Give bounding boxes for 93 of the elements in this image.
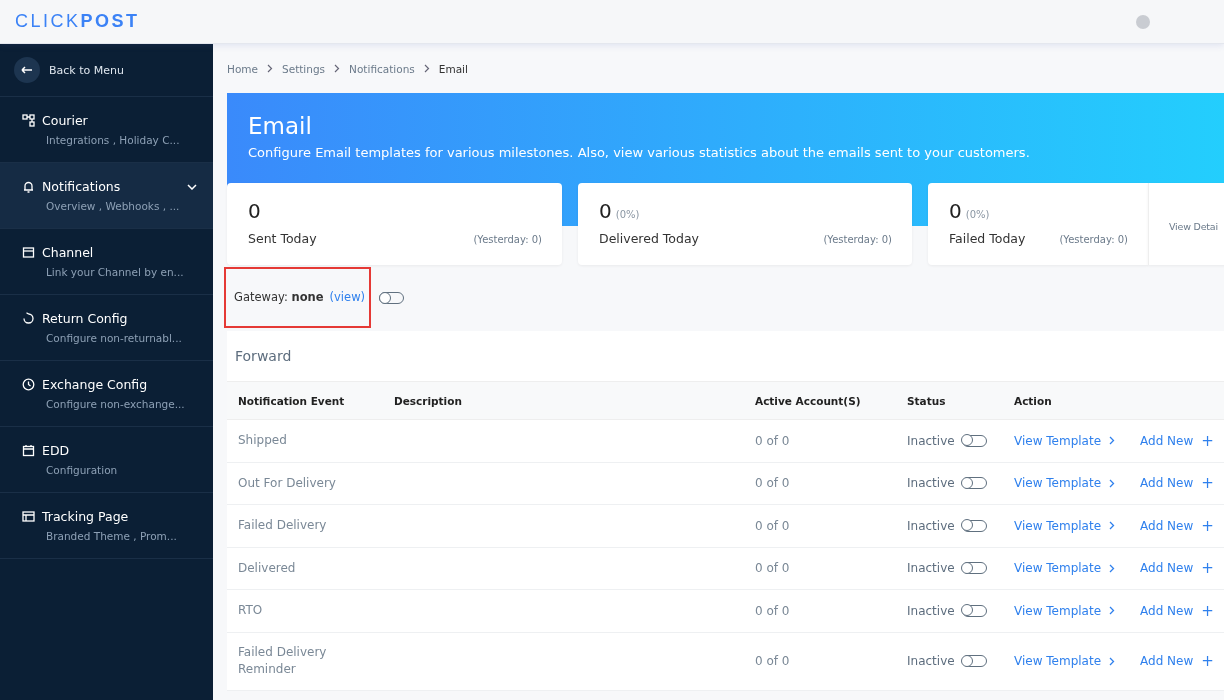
chevron-right-icon (1109, 656, 1116, 666)
network-icon (22, 114, 35, 127)
chevron-right-icon (1109, 606, 1116, 616)
sidebar-item[interactable]: Exchange Config Configure non-exchange... (0, 361, 213, 427)
sidebar-item[interactable]: Return Config Configure non-returnabl... (0, 295, 213, 361)
chevron-right-icon (1109, 563, 1116, 573)
add-new-link[interactable]: Add New + (1140, 601, 1214, 620)
add-new-link[interactable]: Add New + (1140, 652, 1214, 670)
logo: CLICKPOST (15, 11, 140, 32)
sidebar-item-title: Return Config (42, 311, 129, 326)
sidebar-item-subtitle: Configure non-returnabl... (46, 332, 183, 344)
sidebar-item-title: Exchange Config (42, 377, 149, 392)
view-template-link[interactable]: View Template (1014, 431, 1116, 450)
status-label: Inactive (907, 433, 955, 448)
status-label: Inactive (907, 561, 955, 576)
sidebar-item[interactable]: EDD Configuration (0, 427, 213, 493)
back-button[interactable]: Back to Menu (0, 44, 213, 97)
stat-label: Failed Today (949, 231, 1026, 246)
column-header: Description (393, 394, 463, 407)
stat-percent: (0%) (615, 209, 640, 220)
sidebar-item-title: Tracking Page (42, 509, 130, 524)
gateway-label: Gateway: none (234, 290, 324, 304)
chevron-right-icon (1109, 436, 1116, 446)
chevron-right-icon (1109, 521, 1116, 531)
view-template-link[interactable]: View Template (1014, 601, 1116, 620)
chevron-right-icon (334, 64, 341, 73)
table-cell-text: 0 of 0 (754, 433, 791, 448)
table-cell-text: 0 of 0 (754, 654, 791, 668)
table-cell-text: 0 of 0 (754, 561, 791, 576)
clock-icon (22, 378, 35, 391)
sidebar-item[interactable]: Notifications Overview , Webhooks , ... (0, 163, 213, 229)
view-template-link[interactable]: View Template (1014, 474, 1116, 493)
stat-yesterday: (Yesterday: 0) (823, 234, 892, 245)
table-cell-text: Shipped (237, 432, 288, 450)
stat-label: Delivered Today (599, 231, 699, 246)
sidebar-item-subtitle: Configuration (46, 464, 119, 476)
table-cell-text: Failed Delivery Reminder (237, 644, 328, 678)
sidebar-item-subtitle: Integrations , Holiday C... (46, 134, 181, 146)
chevron-right-icon (423, 64, 430, 73)
table-cell-text: 0 of 0 (754, 476, 791, 491)
view-template-link[interactable]: View Template (1014, 559, 1116, 578)
status-label: Inactive (907, 603, 955, 618)
stat-percent: (0%) (965, 209, 990, 220)
breadcrumb-link[interactable]: Home (227, 62, 258, 75)
table-cell-text: RTO (237, 602, 264, 620)
stat-value: 0 (248, 199, 261, 223)
sidebar-item-title: Channel (42, 245, 95, 260)
refresh-icon (22, 312, 35, 325)
table-cell-text: 0 of 0 (754, 603, 791, 618)
status-label: Inactive (907, 476, 955, 491)
stat-label: Sent Today (248, 231, 317, 246)
add-new-link[interactable]: Add New + (1140, 474, 1214, 493)
stat-yesterday: (Yesterday: 0) (473, 234, 542, 245)
add-new-link[interactable]: Add New + (1140, 559, 1214, 578)
view-template-link[interactable]: View Template (1014, 652, 1116, 670)
column-header: Action (1013, 394, 1053, 407)
page-description: Configure Email templates for various milestones. Also, view various statistics about the emails sent to your customers. (248, 145, 1031, 160)
sidebar-item[interactable]: Tracking Page Branded Theme , Prom... (0, 493, 213, 559)
add-new-link[interactable]: Add New + (1140, 431, 1214, 450)
sidebar-item-subtitle: Configure non-exchange... (46, 398, 186, 410)
breadcrumb-link[interactable]: Notifications (349, 62, 415, 75)
stat-value: 0 (599, 199, 612, 223)
chevron-right-icon (267, 64, 273, 73)
layout-icon (22, 510, 35, 523)
sidebar-item-subtitle: Branded Theme , Prom... (46, 530, 178, 542)
view-template-link[interactable]: View Template (1014, 516, 1116, 535)
view-link[interactable]: (view) (329, 290, 366, 304)
sidebar-item-title: Notifications (42, 179, 122, 194)
add-new-link[interactable]: Add New + (1140, 516, 1214, 535)
status-label: Inactive (907, 518, 955, 533)
table-cell-text: Out For Delivery (237, 474, 337, 492)
chevron-right-icon (1109, 478, 1116, 488)
table-cell-text: Delivered (237, 559, 297, 577)
sidebar-item-subtitle: Overview , Webhooks , ... (46, 200, 181, 212)
stat-yesterday: (Yesterday: 0) (1059, 234, 1128, 245)
sidebar-item-subtitle: Link your Channel by en... (46, 266, 185, 278)
sidebar-item-title: EDD (42, 443, 71, 458)
breadcrumb-link[interactable]: Settings (282, 62, 326, 75)
stat-value: 0 (949, 199, 962, 223)
status-label: Inactive (907, 654, 955, 668)
store-icon (22, 246, 35, 259)
page-title: Email (248, 113, 313, 139)
column-header: Active Account(S) (754, 394, 862, 407)
section-title: Forward (234, 347, 293, 366)
bell-icon (22, 180, 35, 193)
column-header: Status (906, 394, 947, 407)
view-details-link[interactable]: View Detai (1169, 221, 1218, 232)
calendar-icon (22, 444, 35, 457)
sidebar-item[interactable]: Channel Link your Channel by en... (0, 229, 213, 295)
table-cell-text: Failed Delivery (237, 517, 328, 535)
column-header: Notification Event (237, 394, 346, 407)
table-cell-text: 0 of 0 (754, 518, 791, 533)
sidebar-item-title: Courier (42, 113, 89, 128)
